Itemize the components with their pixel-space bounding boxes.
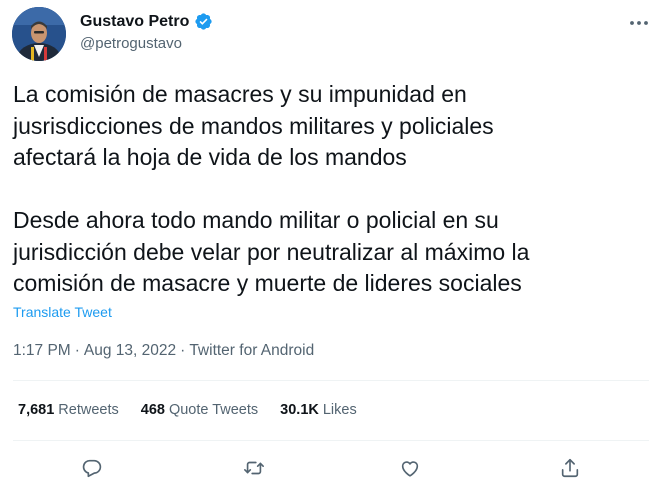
tweet-line: comisión de masacre y muerte de lideres … bbox=[13, 270, 522, 296]
share-icon bbox=[559, 457, 581, 479]
retweets-stat[interactable]: 7,681 Retweets bbox=[18, 402, 119, 418]
tweet-metadata: 1:17 PM · Aug 13, 2022 · Twitter for And… bbox=[13, 342, 314, 360]
retweets-label: Retweets bbox=[58, 402, 119, 418]
tweet-line: jurisdicción debe velar por neutralizar … bbox=[13, 238, 530, 265]
reply-icon bbox=[81, 457, 103, 479]
reply-button[interactable] bbox=[78, 454, 106, 482]
likes-count: 30.1K bbox=[280, 402, 319, 418]
translate-tweet-link[interactable]: Translate Tweet bbox=[13, 304, 112, 320]
author-display-name[interactable]: Gustavo Petro bbox=[80, 13, 189, 31]
tweet-time[interactable]: 1:17 PM bbox=[13, 342, 71, 360]
tweet-date[interactable]: Aug 13, 2022 bbox=[84, 342, 176, 360]
avatar[interactable] bbox=[12, 7, 66, 61]
likes-label: Likes bbox=[322, 402, 357, 418]
likes-stat[interactable]: 30.1K Likes bbox=[280, 402, 357, 418]
divider bbox=[13, 440, 649, 441]
author-handle[interactable]: @petrogustavo bbox=[80, 35, 182, 52]
engagement-stats: 7,681 Retweets 468 Quote Tweets 30.1K Li… bbox=[18, 402, 357, 418]
retweets-count: 7,681 bbox=[18, 402, 55, 418]
tweet-line: jusrisdicciones de mandos militares y po… bbox=[13, 112, 494, 139]
quote-tweets-count: 468 bbox=[140, 402, 165, 418]
quote-tweets-stat[interactable]: 468 Quote Tweets bbox=[141, 402, 258, 418]
retweet-button[interactable] bbox=[240, 454, 268, 482]
tweet-source[interactable]: Twitter for Android bbox=[189, 342, 314, 360]
tweet-line: La comisión de masacres y su impunidad e… bbox=[13, 81, 467, 107]
more-horizontal-icon bbox=[629, 13, 649, 31]
tweet-text: La comisión de masacres y su impunidad e… bbox=[13, 79, 653, 300]
like-button[interactable] bbox=[396, 454, 424, 482]
verified-badge-icon bbox=[194, 12, 213, 31]
tweet-line: afectará la hoja de vida de los mandos bbox=[13, 144, 407, 170]
more-options-button[interactable] bbox=[624, 9, 654, 35]
meta-separator: · bbox=[180, 342, 186, 359]
divider bbox=[13, 380, 649, 381]
quote-tweets-label: Quote Tweets bbox=[168, 402, 259, 418]
retweet-icon bbox=[243, 457, 265, 479]
meta-separator: · bbox=[74, 342, 80, 359]
author-name-row: Gustavo Petro bbox=[80, 11, 213, 32]
like-icon bbox=[399, 457, 421, 479]
tweet-actions bbox=[0, 454, 662, 482]
share-button[interactable] bbox=[556, 454, 584, 482]
tweet-line: Desde ahora todo mando militar o policia… bbox=[13, 207, 499, 233]
